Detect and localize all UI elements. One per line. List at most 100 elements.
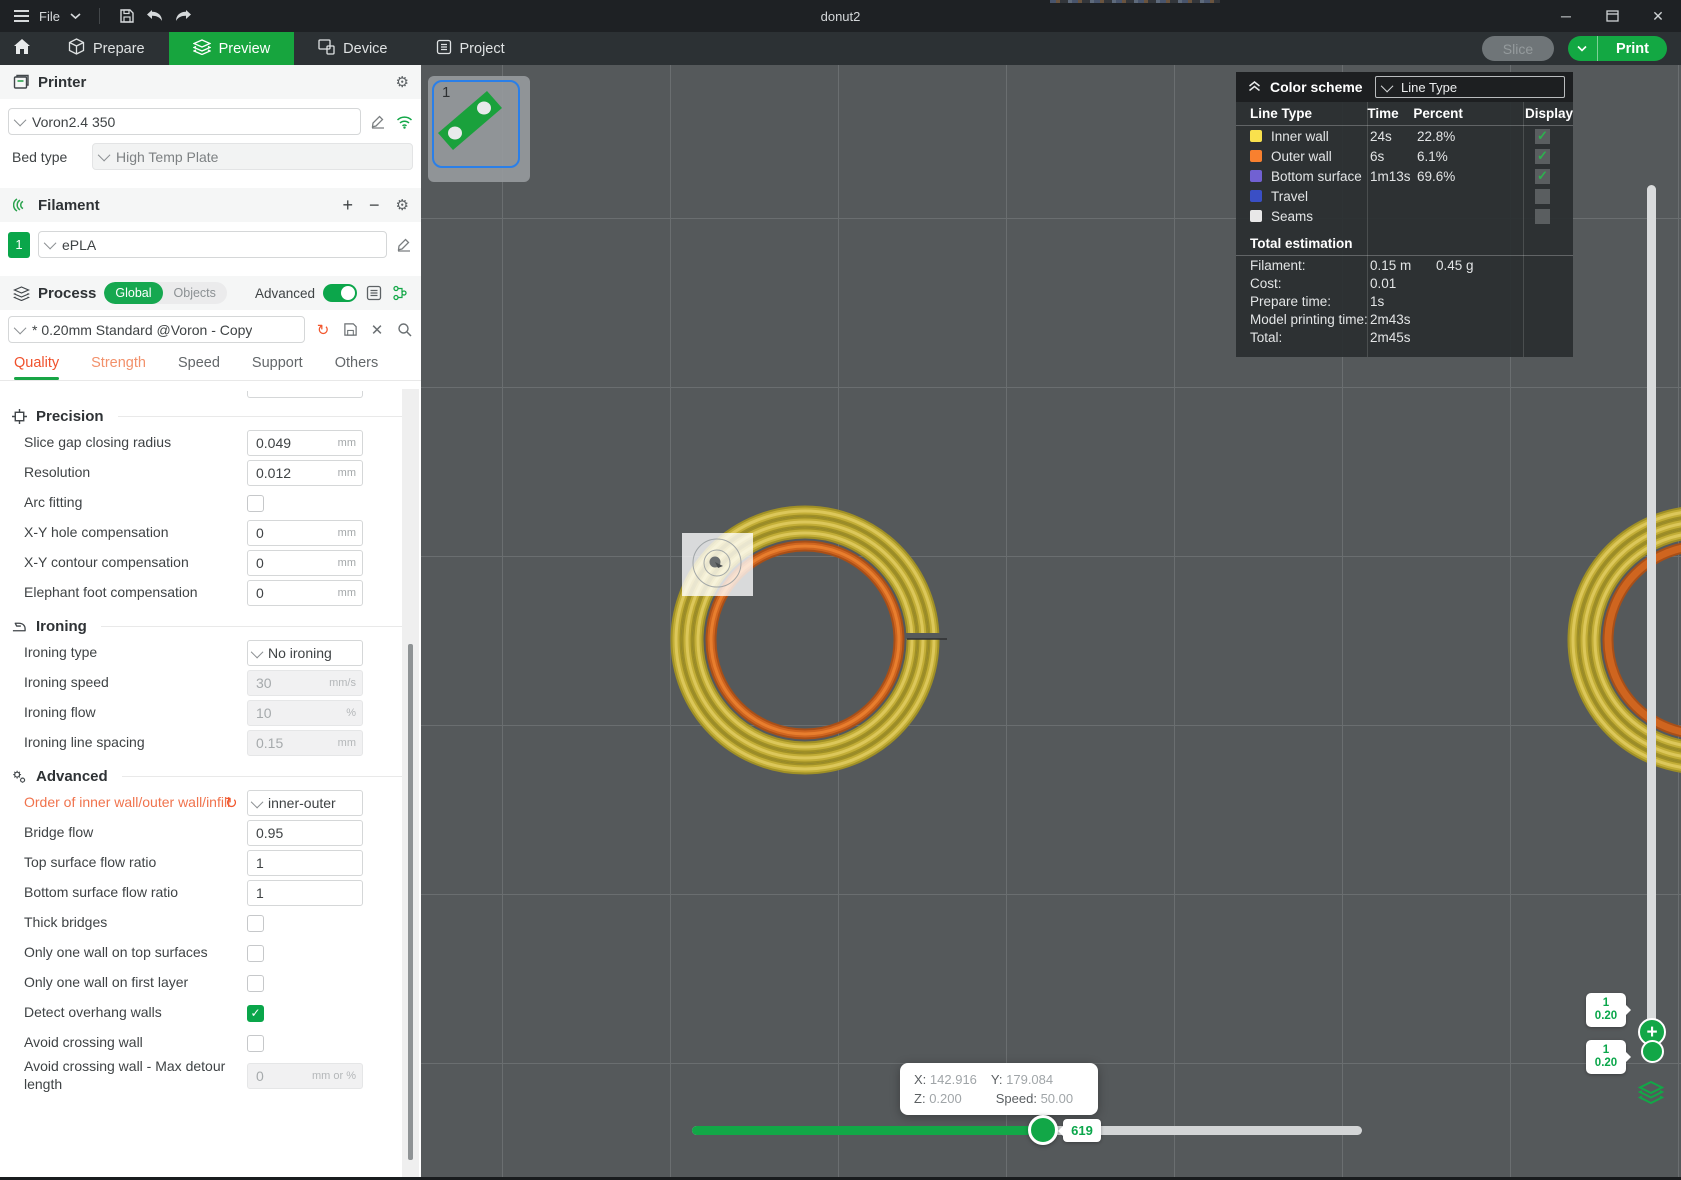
remove-filament-icon[interactable]: − — [369, 196, 380, 214]
object-process-tree-icon[interactable] — [391, 284, 409, 302]
field-value: 0 — [256, 585, 264, 601]
tab-prepare[interactable]: Prepare — [44, 32, 169, 65]
plate-thumbnail[interactable]: 1 — [428, 76, 530, 182]
add-filament-icon[interactable]: + — [343, 196, 354, 214]
scope-objects[interactable]: Objects — [163, 286, 227, 300]
file-menu-chevron-icon[interactable] — [70, 7, 81, 25]
undo-icon[interactable] — [146, 7, 164, 25]
print-options-chevron-icon[interactable] — [1568, 36, 1598, 61]
process-tab-others[interactable]: Others — [335, 355, 379, 380]
wifi-connection-icon[interactable] — [395, 113, 413, 131]
home-button[interactable] — [0, 32, 44, 65]
input-field[interactable]: 10% — [247, 700, 363, 726]
color-scheme-select[interactable]: Line Type — [1375, 76, 1565, 98]
precision-icon — [10, 407, 28, 425]
field-value: 0 — [256, 525, 264, 541]
input-field[interactable]: 0.95 — [247, 820, 363, 846]
column-divider — [1367, 102, 1368, 357]
save-icon[interactable] — [118, 7, 136, 25]
edit-filament-icon[interactable] — [395, 236, 413, 254]
minimize-button[interactable]: ─ — [1543, 0, 1589, 32]
checkbox[interactable] — [247, 914, 264, 932]
input-field[interactable]: 0 mm — [247, 550, 363, 576]
layer-slider-track[interactable] — [1647, 185, 1656, 1040]
setting-label: Only one wall on top surfaces — [24, 944, 208, 961]
save-preset-icon[interactable] — [341, 321, 359, 339]
display-checkbox[interactable] — [1535, 208, 1550, 224]
process-preset-select[interactable]: * 0.20mm Standard @Voron - Copy — [8, 316, 305, 343]
legend-name: Travel — [1236, 189, 1364, 204]
edit-printer-icon[interactable] — [369, 113, 387, 131]
process-tab-speed[interactable]: Speed — [178, 355, 220, 380]
process-tab-quality[interactable]: Quality — [14, 355, 60, 380]
line-type-swatch — [1250, 170, 1262, 182]
search-settings-icon[interactable] — [395, 321, 413, 339]
filament-select[interactable]: ePLA — [38, 231, 387, 258]
layer-slider-lower-handle[interactable] — [1641, 1040, 1664, 1063]
layers-view-icon[interactable] — [1636, 1078, 1666, 1108]
col-display: Display — [1524, 106, 1573, 121]
tab-device[interactable]: Device — [294, 32, 411, 65]
settings-scrollbar-thumb[interactable] — [408, 644, 413, 1160]
checkbox[interactable] — [247, 944, 264, 962]
display-checkbox[interactable]: ✓ — [1535, 128, 1550, 144]
slice-button[interactable]: Slice — [1481, 36, 1554, 61]
close-button[interactable]: ✕ — [1635, 0, 1681, 32]
advanced-toggle[interactable] — [323, 284, 357, 302]
checkbox[interactable] — [247, 974, 264, 992]
tab-preview[interactable]: Preview — [168, 32, 295, 65]
delete-preset-icon[interactable]: ✕ — [368, 321, 386, 339]
process-tab-strength[interactable]: Strength — [91, 355, 146, 380]
reset-preset-icon[interactable]: ↻ — [314, 321, 332, 339]
printer-settings-gear-icon[interactable]: ⚙ — [396, 73, 409, 91]
display-checkbox[interactable] — [1535, 188, 1550, 204]
input-field[interactable]: 0 mm or % — [247, 1062, 363, 1089]
collapse-panel-icon[interactable] — [1248, 80, 1261, 95]
bed-type-select[interactable]: High Temp Plate — [92, 143, 413, 170]
field-value: 0.15 — [256, 735, 284, 751]
setting-row: Ironing flow 10% — [0, 698, 421, 728]
section-header-ironing: Ironing — [10, 617, 411, 635]
input-field[interactable]: 0.15 mm — [247, 730, 363, 756]
tab-project[interactable]: Project — [412, 32, 529, 65]
print-button[interactable]: Print — [1567, 36, 1667, 61]
setting-row: Arc fitting — [0, 488, 421, 518]
input-field[interactable]: 0.012 mm — [247, 460, 363, 486]
setting-label: Slice gap closing radius — [24, 434, 172, 451]
process-scope-toggle[interactable]: Global Objects — [104, 282, 227, 304]
select-field[interactable]: inner-outer-… — [247, 790, 363, 816]
process-tab-support[interactable]: Support — [252, 355, 303, 380]
setting-control: 1 — [247, 850, 363, 876]
input-field[interactable]: 1 — [247, 850, 363, 876]
scope-global[interactable]: Global — [104, 282, 163, 304]
input-field[interactable]: 30 mm/s — [247, 670, 363, 696]
legend-time: 6s — [1370, 148, 1385, 164]
color-scheme-selected: Line Type — [1401, 79, 1458, 95]
checkbox[interactable] — [247, 1034, 264, 1052]
setting-control: 1 — [247, 880, 363, 906]
maximize-button[interactable] — [1589, 0, 1635, 32]
checkbox[interactable] — [247, 494, 264, 512]
reset-icon[interactable]: ↻ — [225, 794, 238, 812]
display-checkbox[interactable]: ✓ — [1535, 168, 1550, 184]
input-field[interactable]: 0 mm — [247, 520, 363, 546]
filament-slot-badge[interactable]: 1 — [8, 231, 30, 258]
filament-settings-gear-icon[interactable]: ⚙ — [396, 196, 409, 214]
input-field[interactable]: 0.049 mm — [247, 430, 363, 456]
checkbox[interactable]: ✓ — [247, 1004, 264, 1022]
input-field[interactable]: 1 — [247, 880, 363, 906]
move-slider-track[interactable] — [692, 1126, 1362, 1135]
printer-select[interactable]: Voron2.4 350 — [8, 108, 361, 135]
legend-time: 24s — [1370, 128, 1392, 144]
select-field[interactable]: No ironing — [247, 640, 363, 666]
project-icon — [436, 39, 452, 59]
redo-icon[interactable] — [174, 7, 192, 25]
hamburger-menu-icon[interactable] — [14, 7, 29, 25]
setting-row: Ironing type No ironing — [0, 638, 421, 668]
file-menu[interactable]: File — [39, 9, 60, 24]
display-checkbox[interactable]: ✓ — [1535, 148, 1550, 164]
input-field[interactable]: 0 mm — [247, 580, 363, 606]
parameter-list-icon[interactable] — [365, 284, 383, 302]
move-slider-handle[interactable] — [1028, 1115, 1058, 1145]
setting-control — [247, 494, 363, 512]
